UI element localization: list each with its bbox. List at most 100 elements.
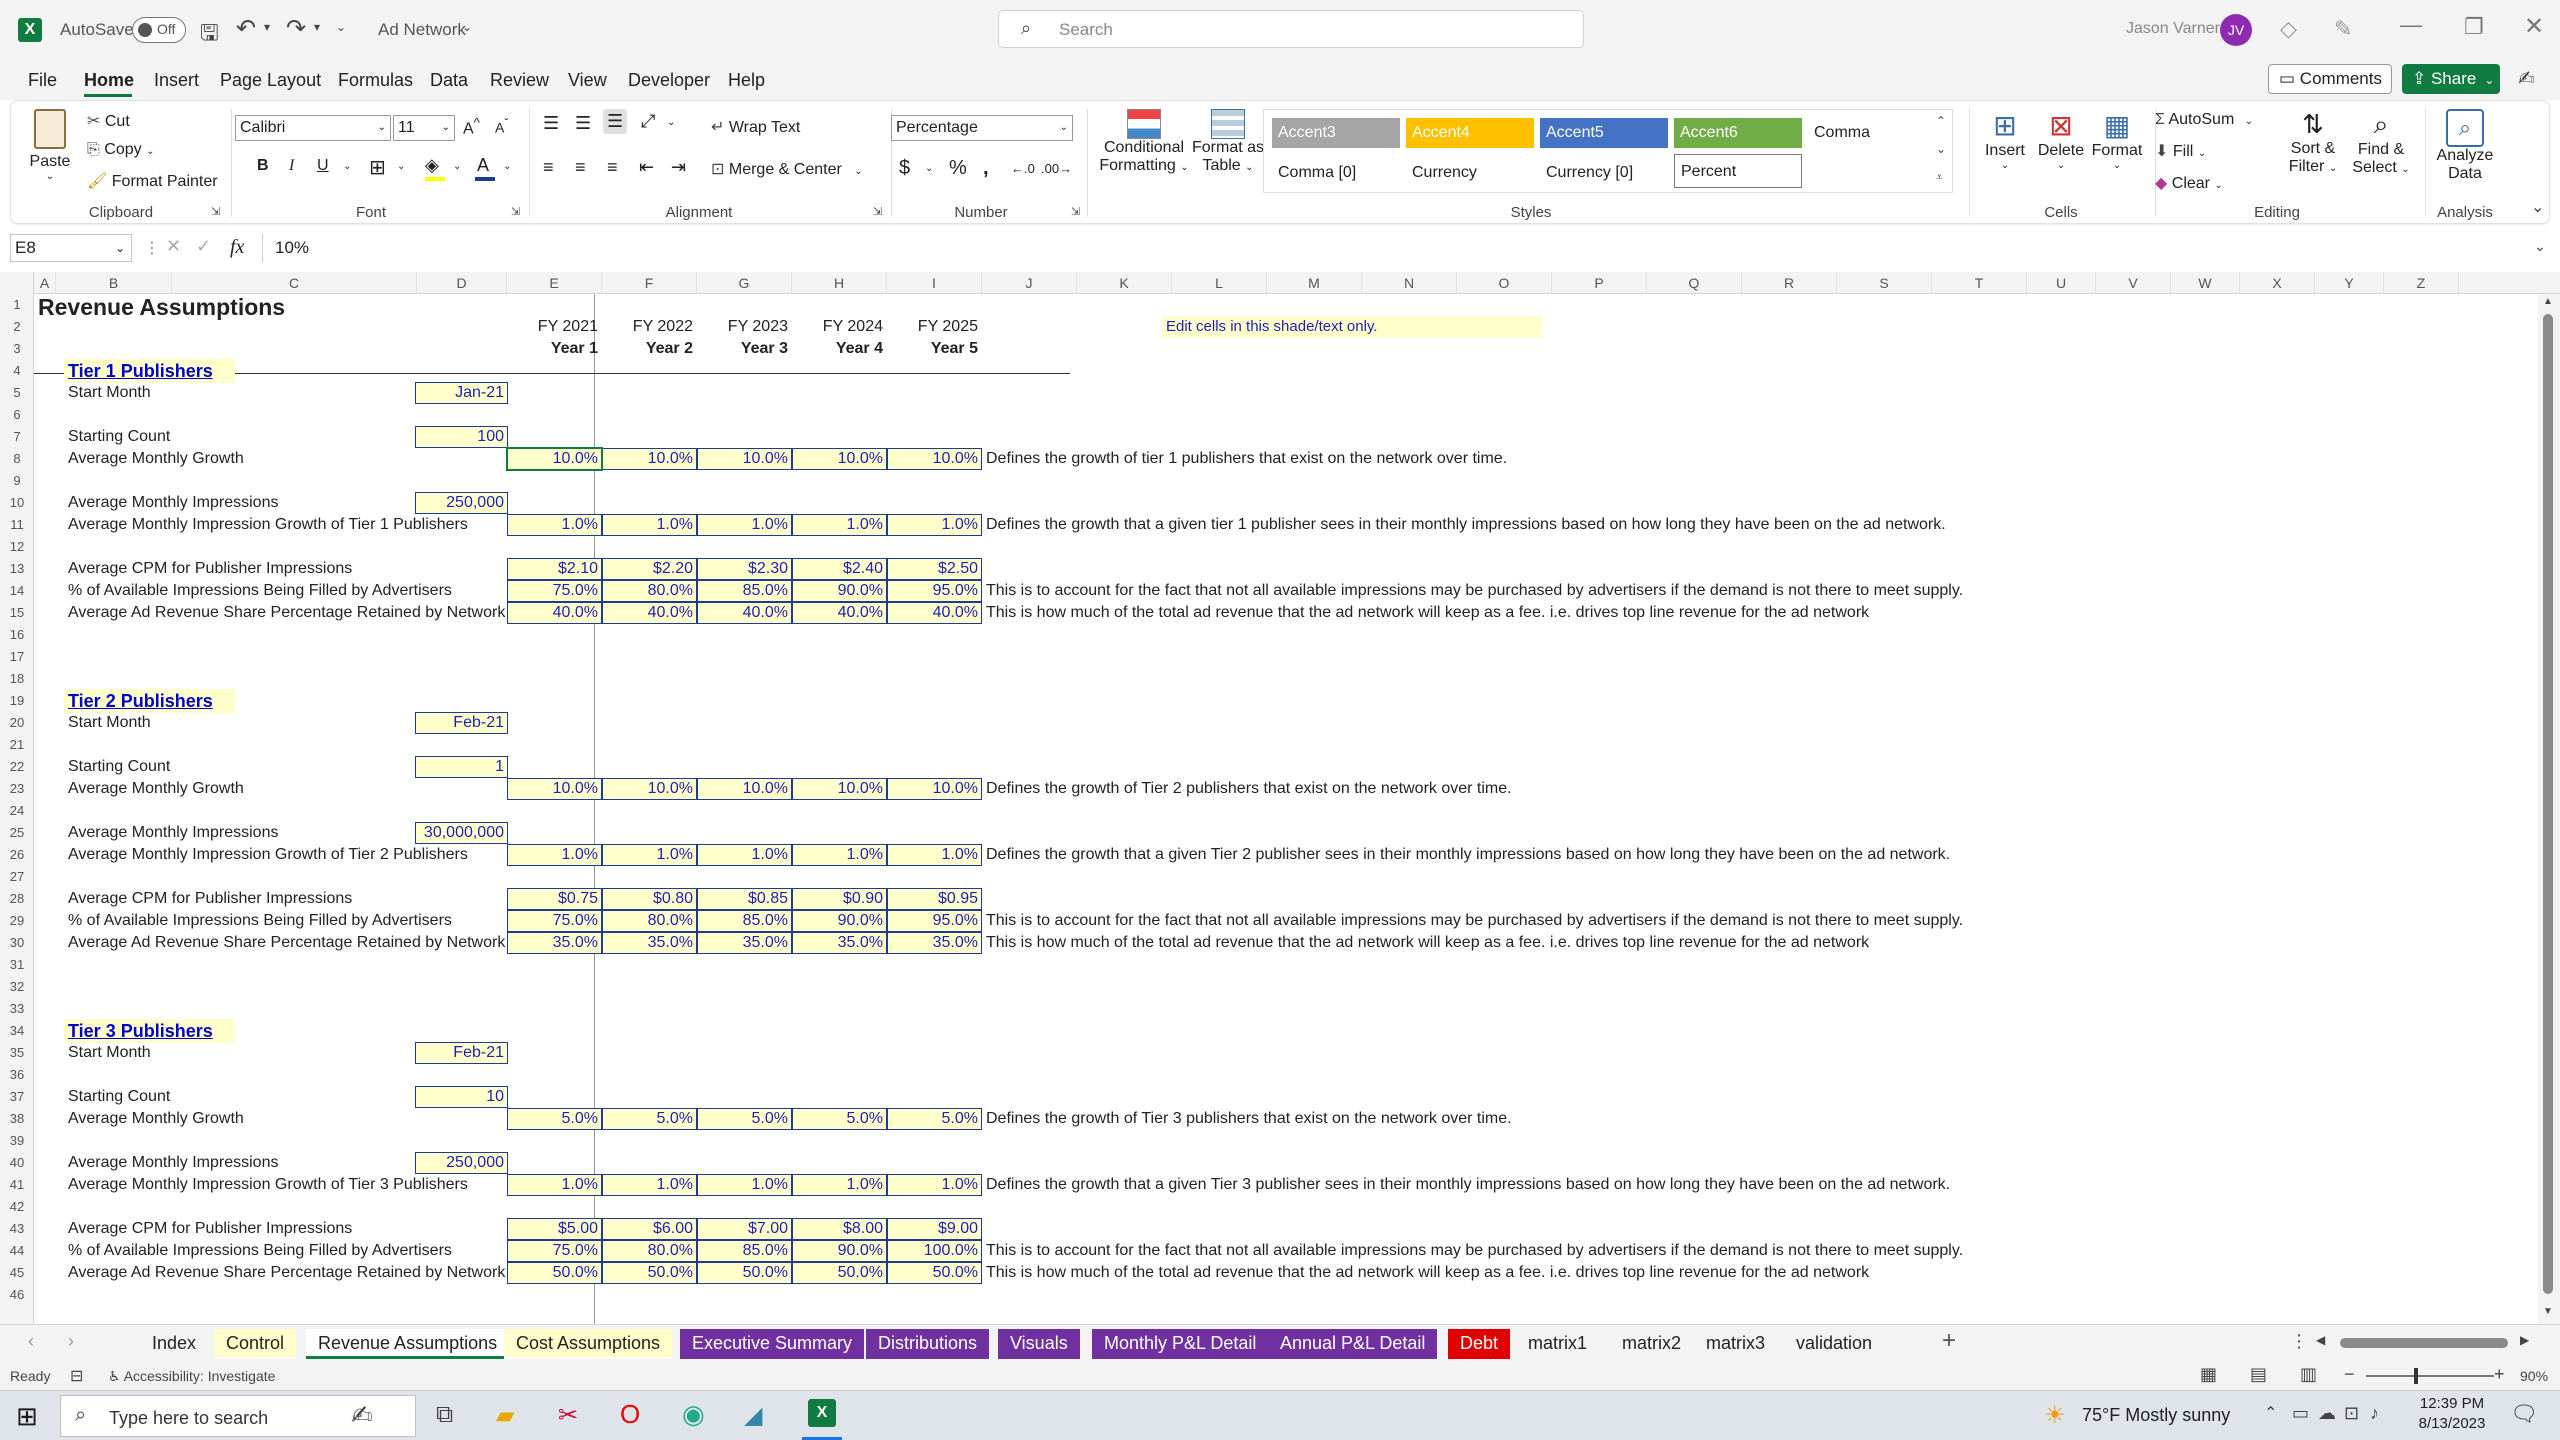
analyze-data-button[interactable]: ⌕ Analyze Data	[2431, 109, 2499, 183]
column-header-k[interactable]: K	[1077, 272, 1172, 294]
revenue-share-input[interactable]: 50.0%	[602, 1262, 697, 1284]
row-header[interactable]: 36	[0, 1064, 34, 1086]
align-bottom-icon[interactable]: ☰	[603, 109, 628, 134]
column-header-w[interactable]: W	[2171, 272, 2240, 294]
task-view-icon[interactable]: ⧉	[436, 1401, 453, 1429]
increase-decimal-icon[interactable]: ←.0	[1011, 161, 1035, 176]
clipboard-launcher-icon[interactable]: ⇲	[211, 205, 220, 218]
row-header[interactable]: 25	[0, 822, 34, 844]
weather-text[interactable]: 75°F Mostly sunny	[2082, 1405, 2230, 1426]
start-month-input[interactable]: Feb-21	[415, 1042, 508, 1064]
autosum-button[interactable]: Σ AutoSum ⌄	[2155, 111, 2253, 129]
row-header[interactable]: 39	[0, 1130, 34, 1152]
fill-rate-input[interactable]: 90.0%	[792, 910, 887, 932]
row-header[interactable]: 9	[0, 470, 34, 492]
row-header[interactable]: 2	[0, 316, 34, 338]
fill-rate-input[interactable]: 90.0%	[792, 1240, 887, 1262]
align-center-icon[interactable]: ≡	[575, 157, 586, 178]
impression-growth-input[interactable]: 1.0%	[602, 1174, 697, 1196]
fill-color-dropdown-icon[interactable]: ⌄	[453, 161, 461, 172]
row-header[interactable]: 15	[0, 602, 34, 624]
start-month-input[interactable]: Jan-21	[415, 382, 508, 404]
column-header-e[interactable]: E	[507, 272, 602, 294]
row-header[interactable]: 31	[0, 954, 34, 976]
orientation-dropdown-icon[interactable]: ⌄	[667, 117, 675, 128]
volume-icon[interactable]: ♪	[2370, 1403, 2379, 1424]
growth-input[interactable]: 10.0%	[697, 448, 792, 470]
increase-indent-icon[interactable]: ⇥	[671, 157, 686, 178]
impression-growth-input[interactable]: 1.0%	[697, 1174, 792, 1196]
revenue-share-input[interactable]: 40.0%	[697, 602, 792, 624]
bold-icon[interactable]: B	[257, 157, 269, 175]
undo-icon[interactable]: ↶	[236, 14, 256, 43]
row-header[interactable]: 28	[0, 888, 34, 910]
comments-button[interactable]: ▭ Comments	[2268, 64, 2392, 94]
paste-button[interactable]: Paste ⌄	[25, 109, 75, 199]
confirm-edit-icon[interactable]: ✓	[196, 236, 211, 257]
style-accent6[interactable]: Accent6	[1674, 118, 1802, 148]
merge-center-button[interactable]: ⊡ Merge & Center ⌄	[711, 159, 863, 179]
row-header[interactable]: 40	[0, 1152, 34, 1174]
italic-icon[interactable]: I	[289, 157, 294, 175]
zoom-level[interactable]: 90%	[2520, 1368, 2548, 1384]
column-header-d[interactable]: D	[417, 272, 507, 294]
row-header[interactable]: 42	[0, 1196, 34, 1218]
row-header[interactable]: 43	[0, 1218, 34, 1240]
wrap-text-button[interactable]: ↵ Wrap Text	[711, 117, 800, 137]
cpm-input[interactable]: $0.80	[602, 888, 697, 910]
impression-growth-input[interactable]: 1.0%	[507, 514, 602, 536]
tab-options-icon[interactable]: ⋮	[2290, 1331, 2308, 1352]
collapse-ribbon-icon[interactable]: ⌄	[2531, 197, 2544, 217]
cpm-input[interactable]: $5.00	[507, 1218, 602, 1240]
row-header[interactable]: 14	[0, 580, 34, 602]
column-header-u[interactable]: U	[2027, 272, 2096, 294]
align-right-icon[interactable]: ≡	[607, 157, 618, 178]
menu-file[interactable]: File	[28, 70, 57, 91]
revenue-share-input[interactable]: 35.0%	[602, 932, 697, 954]
cpm-input[interactable]: $0.85	[697, 888, 792, 910]
impression-growth-input[interactable]: 1.0%	[792, 844, 887, 866]
decrease-decimal-icon[interactable]: .00→	[1041, 161, 1072, 176]
fill-color-icon[interactable]: ◈	[425, 155, 439, 176]
column-header-m[interactable]: M	[1267, 272, 1362, 294]
zoom-in-icon[interactable]: +	[2494, 1364, 2505, 1385]
column-header-x[interactable]: X	[2240, 272, 2315, 294]
minimize-icon[interactable]: —	[2400, 12, 2422, 38]
row-header[interactable]: 19	[0, 690, 34, 712]
borders-icon[interactable]: ⊞	[369, 155, 386, 180]
revenue-share-input[interactable]: 35.0%	[697, 932, 792, 954]
orientation-icon[interactable]: ⤢	[641, 111, 655, 132]
macro-record-icon[interactable]: ⊟	[70, 1366, 83, 1386]
revenue-share-input[interactable]: 50.0%	[507, 1262, 602, 1284]
format-cells-button[interactable]: ▦ Format ⌄	[2089, 109, 2145, 171]
sheet-tab-executive-summary[interactable]: Executive Summary	[680, 1329, 865, 1359]
row-header[interactable]: 11	[0, 514, 34, 536]
row-header[interactable]: 3	[0, 338, 34, 360]
starting-count-input[interactable]: 100	[415, 426, 508, 448]
row-header[interactable]: 34	[0, 1020, 34, 1042]
revenue-share-input[interactable]: 50.0%	[887, 1262, 982, 1284]
growth-input[interactable]: 5.0%	[887, 1108, 982, 1130]
row-header[interactable]: 45	[0, 1262, 34, 1284]
growth-input[interactable]: 10.0%	[602, 448, 697, 470]
impression-growth-input[interactable]: 1.0%	[507, 844, 602, 866]
style-accent3[interactable]: Accent3	[1272, 118, 1400, 148]
column-header-h[interactable]: H	[792, 272, 887, 294]
format-as-table-button[interactable]: Format as Table ⌄	[1191, 109, 1265, 205]
underline-icon[interactable]: U	[317, 157, 329, 175]
sheet-tab-monthly-p-l-detail[interactable]: Monthly P&L Detail	[1092, 1329, 1269, 1359]
row-header[interactable]: 33	[0, 998, 34, 1020]
percent-style-icon[interactable]: %	[949, 157, 967, 180]
impression-growth-input[interactable]: 1.0%	[887, 1174, 982, 1196]
add-sheet-icon[interactable]: +	[1942, 1327, 1956, 1355]
currency-dropdown-icon[interactable]: ⌄	[925, 163, 933, 174]
file-name[interactable]: Ad Network	[378, 20, 466, 40]
formula-input[interactable]: 10%	[262, 234, 2532, 262]
number-launcher-icon[interactable]: ⇲	[1071, 205, 1080, 218]
row-header[interactable]: 6	[0, 404, 34, 426]
expand-formula-bar-icon[interactable]: ⌄	[2534, 238, 2546, 255]
vertical-scrollbar[interactable]: ▲ ▼	[2538, 294, 2560, 1324]
menu-help[interactable]: Help	[728, 70, 765, 91]
style-comma-0[interactable]: Comma [0]	[1272, 158, 1400, 188]
cancel-edit-icon[interactable]: ✕	[166, 236, 181, 257]
